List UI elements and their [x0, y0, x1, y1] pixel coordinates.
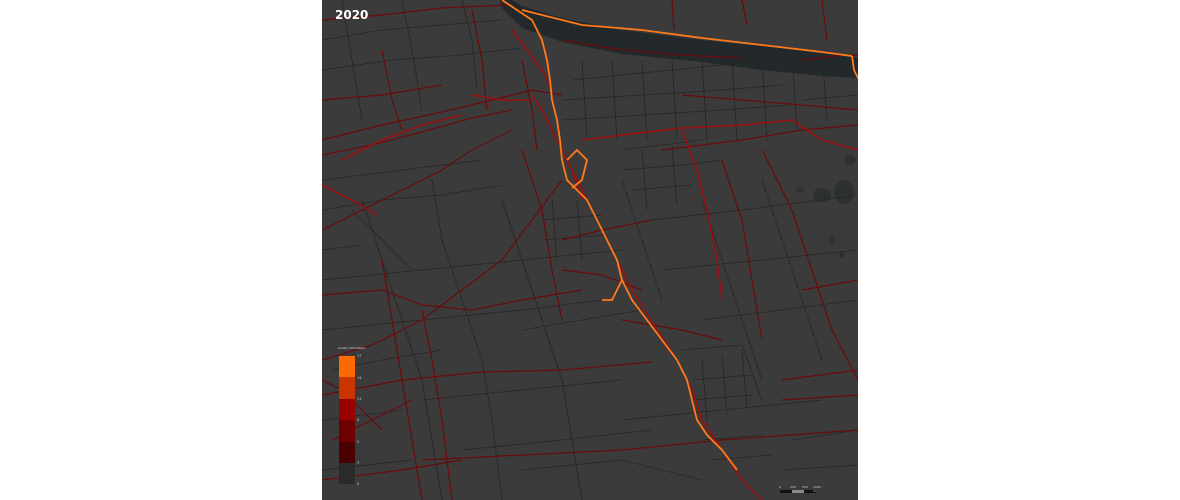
legend-swatch-4: [339, 420, 355, 442]
legend-tick: 5: [357, 440, 360, 444]
scale-label: 250: [790, 485, 796, 489]
ponds: [796, 155, 856, 258]
year-label: 2020: [335, 8, 369, 22]
legend-tick: 11: [357, 397, 362, 401]
legend-swatch-3: [339, 398, 355, 421]
river: [500, 0, 858, 78]
legend-swatch-2: [339, 377, 355, 399]
legend-tick: 0: [357, 482, 360, 486]
legend-swatch-1: [339, 356, 355, 378]
heatmap-map[interactable]: 2020 Anzahl Aktivitäten 17 14 11 8 5 3 0…: [322, 0, 858, 500]
scale-bar: 0 250 500 1000 m: [779, 485, 821, 496]
scale-label: 0: [779, 485, 781, 489]
legend-title: Anzahl Aktivitäten: [338, 346, 366, 350]
legend: Anzahl Aktivitäten 17 14 11 8 5 3 0: [338, 346, 398, 491]
minor-roads: [322, 0, 858, 500]
scale-label: 500: [802, 485, 808, 489]
mid-activity-routes: [322, 29, 858, 500]
legend-swatch-6: [339, 463, 355, 485]
legend-tick: 14: [357, 376, 362, 380]
legend-tick: 3: [357, 461, 360, 465]
scale-label: 1000 m: [813, 485, 821, 493]
legend-tick: 8: [357, 418, 360, 422]
legend-swatch-5: [339, 441, 355, 463]
scale-segment: [792, 490, 804, 493]
scale-segment: [780, 490, 792, 493]
low-activity-routes: [322, 0, 858, 500]
map-canvas: [322, 0, 858, 500]
legend-tick: 17: [357, 354, 362, 358]
